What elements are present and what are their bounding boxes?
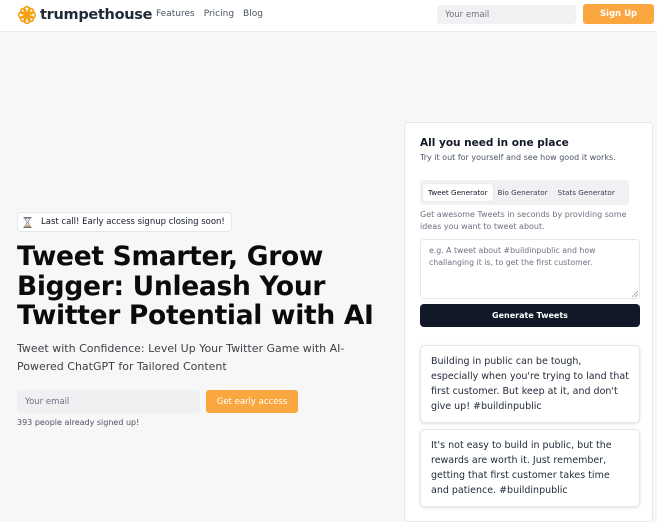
tweet-idea-textarea[interactable] [420, 239, 640, 299]
tab-stats-generator[interactable]: Stats Generator [553, 184, 620, 201]
main-nav: Features Pricing Blog [156, 9, 263, 19]
tool-demo-panel: All you need in one place Try it out for… [404, 122, 653, 522]
tab-bio-generator[interactable]: Bio Generator [493, 184, 553, 201]
panel-title: All you need in one place [420, 137, 569, 149]
signup-count-text: 393 people already signed up! [17, 418, 140, 427]
top-navbar: trumpethouse Features Pricing Blog Sign … [0, 0, 657, 32]
last-call-badge: Last call! Early access signup closing s… [17, 212, 232, 232]
panel-subtitle: Try it out for yourself and see how good… [420, 153, 616, 162]
nav-link-pricing[interactable]: Pricing [204, 9, 234, 19]
resize-handle-icon[interactable] [631, 290, 638, 297]
generated-tweet-card[interactable]: It's not easy to build in public, but th… [420, 429, 640, 507]
brand-name: trumpethouse [40, 7, 153, 23]
hero-headline: Tweet Smarter, Grow Bigger: Unleash Your… [17, 241, 374, 331]
generated-tweet-card[interactable]: Building in public can be tough, especia… [420, 345, 640, 423]
generator-tabs: Tweet Generator Bio Generator Stats Gene… [420, 180, 629, 205]
badge-text: Last call! Early access signup closing s… [41, 217, 225, 227]
flower-logo-icon [17, 5, 37, 25]
hero-subheadline: Tweet with Confidence: Level Up Your Twi… [17, 342, 345, 373]
hourglass-icon [23, 216, 32, 228]
tab-tweet-generator[interactable]: Tweet Generator [423, 184, 493, 201]
panel-description: Get awesome Tweets in seconds by providi… [420, 210, 627, 231]
hero-email-input[interactable] [17, 390, 200, 413]
generate-tweets-button[interactable]: Generate Tweets [420, 304, 640, 327]
signup-button[interactable]: Sign Up [583, 4, 654, 24]
get-early-access-button[interactable]: Get early access [206, 390, 298, 413]
header-email-input[interactable] [437, 5, 576, 24]
logo[interactable]: trumpethouse [17, 5, 152, 25]
nav-link-blog[interactable]: Blog [243, 9, 263, 19]
nav-link-features[interactable]: Features [156, 9, 195, 19]
